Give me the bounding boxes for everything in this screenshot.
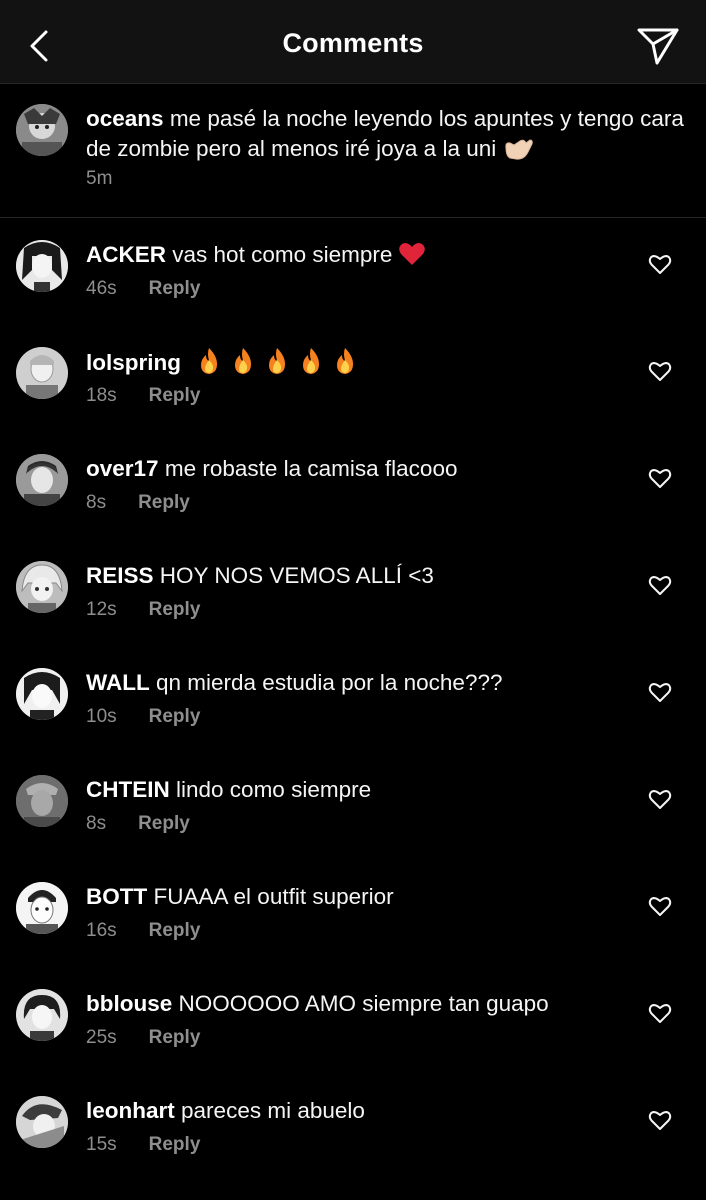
timestamp: 16s xyxy=(86,920,117,941)
red-heart-emoji-icon xyxy=(399,243,426,265)
username[interactable]: ACKER xyxy=(86,242,166,267)
timestamp: 12s xyxy=(86,599,117,620)
fire-emoji-icon xyxy=(201,348,218,374)
comment-meta: 8s Reply xyxy=(86,813,190,835)
comment-item: lolspring 18s Reply xyxy=(0,325,706,432)
heart-icon[interactable] xyxy=(648,894,672,918)
avatar[interactable] xyxy=(16,240,68,292)
comment-text: lolspring xyxy=(86,347,626,378)
comment-meta: 46s Reply xyxy=(86,278,200,300)
comment-text: BOTT FUAAA el outfit superior xyxy=(86,882,626,912)
reply-button[interactable]: Reply xyxy=(149,385,201,407)
comment-body: lindo como siempre xyxy=(176,777,372,802)
comment-item: over17 me robaste la camisa flacooo 8s R… xyxy=(0,432,706,539)
comment-meta: 8s Reply xyxy=(86,492,190,514)
heart-icon[interactable] xyxy=(648,573,672,597)
comment-meta: 18s Reply xyxy=(86,385,200,407)
heart-icon[interactable] xyxy=(648,787,672,811)
share-button[interactable] xyxy=(636,26,680,66)
reply-button[interactable]: Reply xyxy=(149,920,201,942)
username[interactable]: oceans xyxy=(86,106,164,131)
username[interactable]: BOTT xyxy=(86,884,147,909)
comment-body: me pasé la noche leyendo los apuntes y t… xyxy=(86,106,684,161)
reply-button[interactable]: Reply xyxy=(149,1134,201,1156)
fire-emoji-icon xyxy=(303,348,320,374)
header-bar: Comments xyxy=(0,0,706,84)
timestamp: 25s xyxy=(86,1027,117,1048)
reply-button[interactable]: Reply xyxy=(138,813,190,835)
avatar[interactable] xyxy=(16,347,68,399)
heart-icon[interactable] xyxy=(648,1001,672,1025)
comment-body: HOY NOS VEMOS ALLÍ <3 xyxy=(159,563,434,588)
username[interactable]: lolspring xyxy=(86,350,181,375)
avatar[interactable] xyxy=(16,1096,68,1148)
avatar[interactable] xyxy=(16,454,68,506)
paper-plane-icon xyxy=(637,28,679,65)
post-caption: oceans me pasé la noche leyendo los apun… xyxy=(0,84,706,218)
avatar[interactable] xyxy=(16,989,68,1041)
fire-emoji-icon xyxy=(235,348,252,374)
avatar[interactable] xyxy=(16,104,68,156)
page-title: Comments xyxy=(282,28,424,58)
comment-text: bblouse NOOOOOO AMO siempre tan guapo xyxy=(86,989,626,1019)
comment-body: NOOOOOO AMO siempre tan guapo xyxy=(178,991,549,1016)
avatar[interactable] xyxy=(16,882,68,934)
heart-icon[interactable] xyxy=(648,466,672,490)
username[interactable]: CHTEIN xyxy=(86,777,170,802)
heart-icon[interactable] xyxy=(648,1108,672,1132)
timestamp: 18s xyxy=(86,385,117,406)
reply-button[interactable]: Reply xyxy=(149,599,201,621)
heart-icon[interactable] xyxy=(648,680,672,704)
username[interactable]: WALL xyxy=(86,670,150,695)
comment-text: WALL qn mierda estudia por la noche??? xyxy=(86,668,626,698)
comment-item: ACKER vas hot como siempre 46s Reply xyxy=(0,218,706,325)
comment-body: FUAAA el outfit superior xyxy=(153,884,394,909)
username[interactable]: over17 xyxy=(86,456,159,481)
comment-text: REISS HOY NOS VEMOS ALLÍ <3 xyxy=(86,561,626,591)
timestamp: 46s xyxy=(86,278,117,299)
comment-meta: 16s Reply xyxy=(86,920,200,942)
timestamp: 5m xyxy=(86,168,113,189)
comment-text: over17 me robaste la camisa flacooo xyxy=(86,454,626,484)
username[interactable]: leonhart xyxy=(86,1098,175,1123)
comment-meta: 25s Reply xyxy=(86,1027,200,1049)
comment-item: REISS HOY NOS VEMOS ALLÍ <3 12s Reply xyxy=(0,539,706,646)
timestamp: 8s xyxy=(86,492,107,513)
reply-button[interactable]: Reply xyxy=(149,1027,201,1049)
comment-meta: 15s Reply xyxy=(86,1134,200,1156)
comment-meta: 12s Reply xyxy=(86,599,200,621)
comment-meta: 10s Reply xyxy=(86,706,200,728)
comment-body: me robaste la camisa flacooo xyxy=(164,456,458,481)
reply-button[interactable]: Reply xyxy=(138,492,190,514)
call-me-hand-emoji-icon xyxy=(505,139,533,160)
comment-item: BOTT FUAAA el outfit superior 16s Reply xyxy=(0,860,706,967)
comment-text: CHTEIN lindo como siempre xyxy=(86,775,626,805)
comment-item: CHTEIN lindo como siempre 8s Reply xyxy=(0,753,706,860)
comment-text: ACKER vas hot como siempre xyxy=(86,240,626,270)
avatar[interactable] xyxy=(16,668,68,720)
comment-body: vas hot como siempre xyxy=(172,242,393,267)
avatar[interactable] xyxy=(16,775,68,827)
comment-body: pareces mi abuelo xyxy=(181,1098,365,1123)
username[interactable]: bblouse xyxy=(86,991,172,1016)
fire-emoji-icon xyxy=(269,348,286,374)
username[interactable]: REISS xyxy=(86,563,154,588)
reply-button[interactable]: Reply xyxy=(149,706,201,728)
comment-item: WALL qn mierda estudia por la noche??? 1… xyxy=(0,646,706,753)
fire-emoji-icon xyxy=(337,348,354,374)
comment-text: leonhart pareces mi abuelo xyxy=(86,1096,626,1126)
timestamp: 8s xyxy=(86,813,107,834)
comment-body: qn mierda estudia por la noche??? xyxy=(156,670,503,695)
avatar[interactable] xyxy=(16,561,68,613)
comment-item: bblouse NOOOOOO AMO siempre tan guapo 25… xyxy=(0,967,706,1074)
reply-button[interactable]: Reply xyxy=(149,278,201,300)
comment-item: leonhart pareces mi abuelo 15s Reply xyxy=(0,1074,706,1181)
heart-icon[interactable] xyxy=(648,359,672,383)
caption-text: oceans me pasé la noche leyendo los apun… xyxy=(86,104,692,164)
timestamp: 10s xyxy=(86,706,117,727)
heart-icon[interactable] xyxy=(648,252,672,276)
timestamp: 15s xyxy=(86,1134,117,1155)
